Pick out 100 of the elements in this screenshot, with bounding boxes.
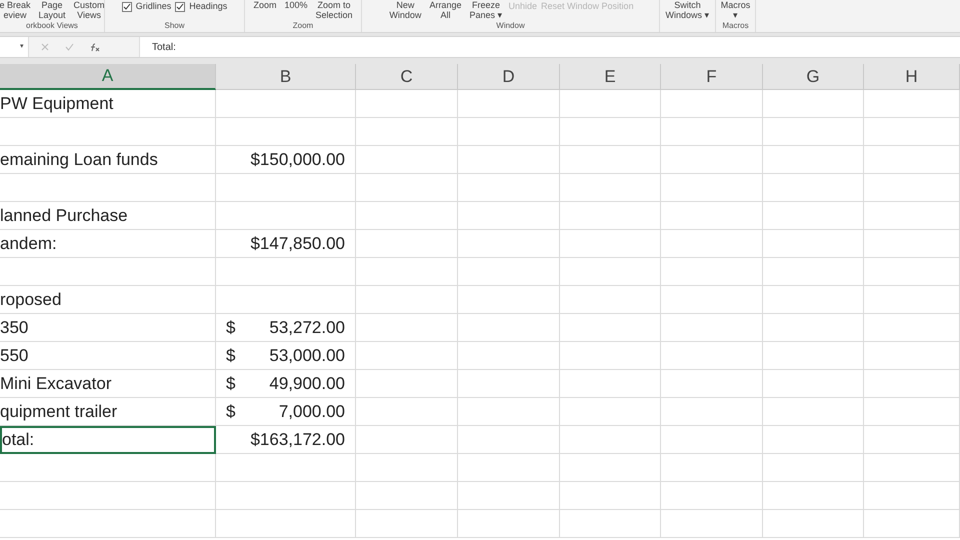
cell[interactable] [560, 118, 661, 146]
checkbox[interactable] [175, 2, 186, 12]
cell[interactable] [661, 342, 763, 370]
cell[interactable] [356, 230, 458, 258]
cell[interactable] [864, 90, 960, 118]
cell[interactable] [560, 482, 661, 510]
cell[interactable] [560, 202, 661, 230]
cell[interactable]: andem: [0, 230, 216, 258]
cell[interactable] [216, 286, 356, 314]
cell[interactable] [560, 426, 661, 454]
ribbon-button[interactable]: Macros ▾ [718, 0, 752, 20]
cell[interactable]: $ 53,000.00 [216, 342, 356, 370]
cell[interactable] [458, 174, 560, 202]
cell[interactable] [356, 174, 458, 202]
cell[interactable] [458, 482, 560, 510]
cell[interactable]: $150,000.00 [216, 146, 356, 174]
cell[interactable]: lanned Purchase [0, 202, 216, 230]
cell[interactable] [864, 482, 960, 510]
cell[interactable] [356, 202, 458, 230]
cell[interactable] [560, 258, 661, 286]
cell[interactable] [864, 342, 960, 370]
cell[interactable] [661, 146, 763, 174]
cell[interactable] [458, 202, 560, 230]
cell[interactable]: $163,172.00 [216, 426, 356, 454]
cell[interactable] [356, 314, 458, 342]
cell[interactable] [0, 454, 216, 482]
cell[interactable] [356, 482, 458, 510]
cell[interactable] [763, 398, 864, 426]
cell[interactable] [216, 202, 356, 230]
cell[interactable] [560, 146, 661, 174]
cell[interactable] [763, 454, 864, 482]
cell[interactable] [864, 146, 960, 174]
cell[interactable] [661, 286, 763, 314]
ribbon-button[interactable]: 100% [282, 0, 310, 10]
cell[interactable] [864, 286, 960, 314]
cell[interactable] [864, 118, 960, 146]
cell[interactable] [864, 426, 960, 454]
cell[interactable] [356, 90, 458, 118]
cell[interactable] [216, 454, 356, 482]
cell[interactable] [216, 482, 356, 510]
cell[interactable] [216, 118, 356, 146]
cell[interactable]: otal: [0, 426, 216, 454]
cell[interactable] [0, 510, 216, 538]
cell[interactable] [763, 202, 864, 230]
cell[interactable]: $ 53,272.00 [216, 314, 356, 342]
cell[interactable] [661, 398, 763, 426]
cell[interactable] [661, 202, 763, 230]
cell[interactable] [763, 146, 864, 174]
cell[interactable] [0, 482, 216, 510]
cell[interactable] [458, 426, 560, 454]
cell[interactable] [356, 454, 458, 482]
cell[interactable] [356, 286, 458, 314]
cancel-icon[interactable] [41, 43, 49, 51]
cell[interactable] [560, 314, 661, 342]
cell[interactable] [864, 370, 960, 398]
cell[interactable] [458, 258, 560, 286]
cell[interactable] [560, 342, 661, 370]
cell[interactable]: $ 49,900.00 [216, 370, 356, 398]
cell[interactable]: roposed [0, 286, 216, 314]
cell[interactable] [216, 258, 356, 286]
cell[interactable] [458, 90, 560, 118]
cell[interactable] [763, 426, 864, 454]
cell[interactable] [763, 258, 864, 286]
cell[interactable] [458, 286, 560, 314]
cell[interactable] [356, 258, 458, 286]
cell[interactable] [458, 230, 560, 258]
cell[interactable] [763, 370, 864, 398]
cell[interactable] [864, 314, 960, 342]
cell[interactable] [864, 174, 960, 202]
cell[interactable]: $ 7,000.00 [216, 398, 356, 426]
cell[interactable] [763, 510, 864, 538]
cell[interactable] [560, 510, 661, 538]
cell[interactable] [763, 314, 864, 342]
cell[interactable]: Mini Excavator [0, 370, 216, 398]
ribbon-button[interactable]: Page Layout [36, 0, 68, 20]
cell[interactable] [356, 398, 458, 426]
cell[interactable] [763, 286, 864, 314]
cell[interactable] [661, 314, 763, 342]
cell[interactable] [356, 426, 458, 454]
cell[interactable] [661, 90, 763, 118]
cell[interactable]: $147,850.00 [216, 230, 356, 258]
cell[interactable] [864, 258, 960, 286]
cell[interactable] [0, 174, 216, 202]
cell[interactable] [0, 258, 216, 286]
cell[interactable] [458, 118, 560, 146]
ribbon-button[interactable]: e Break eview [0, 0, 32, 20]
cell[interactable] [763, 118, 864, 146]
cell[interactable] [661, 258, 763, 286]
cell[interactable] [458, 510, 560, 538]
cell[interactable]: emaining Loan funds [0, 146, 216, 174]
cell[interactable] [356, 342, 458, 370]
cell[interactable] [661, 174, 763, 202]
cell[interactable] [458, 146, 560, 174]
cell[interactable] [560, 370, 661, 398]
cell[interactable] [216, 90, 356, 118]
cell[interactable] [661, 426, 763, 454]
ribbon-button[interactable]: Zoom to Selection [314, 0, 355, 20]
cell[interactable] [661, 230, 763, 258]
cell[interactable] [763, 230, 864, 258]
ribbon-button[interactable]: Zoom [251, 0, 278, 10]
